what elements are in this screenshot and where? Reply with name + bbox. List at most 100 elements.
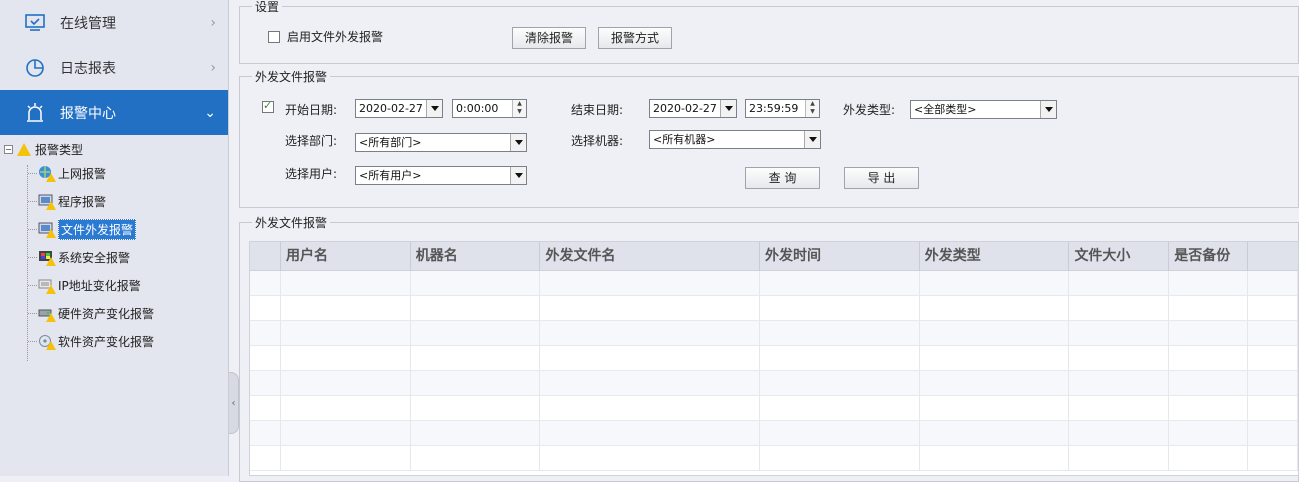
spinner-arrows-icon[interactable]: ▲ ▼ bbox=[512, 100, 526, 117]
table-cell bbox=[1169, 446, 1249, 471]
ip-change-warning-icon bbox=[38, 277, 56, 294]
table-cell bbox=[281, 396, 411, 421]
table-cell bbox=[1169, 296, 1249, 321]
export-button[interactable]: 导 出 bbox=[844, 167, 919, 189]
column-header-username[interactable]: 用户名 bbox=[281, 242, 411, 271]
tree-item-label: 文件外发报警 bbox=[58, 218, 137, 240]
sidebar-collapse-handle[interactable]: ‹ bbox=[229, 372, 239, 434]
query-button[interactable]: 查 询 bbox=[745, 167, 820, 189]
end-date-picker[interactable]: 2020-02-27 bbox=[649, 99, 737, 118]
end-date-label: 结束日期: bbox=[571, 103, 624, 117]
table-cell bbox=[1169, 346, 1249, 371]
table-cell bbox=[1248, 346, 1298, 371]
dropdown-arrow-icon[interactable] bbox=[804, 131, 820, 148]
table-cell bbox=[250, 446, 281, 471]
table-cell bbox=[760, 371, 920, 396]
user-select[interactable]: <所有用户> bbox=[355, 166, 527, 185]
column-header-filename[interactable]: 外发文件名 bbox=[540, 242, 761, 271]
warning-icon bbox=[17, 142, 31, 156]
table-cell bbox=[760, 296, 920, 321]
dropdown-arrow-icon[interactable] bbox=[510, 167, 526, 184]
table-cell bbox=[920, 296, 1070, 321]
table-cell bbox=[1169, 421, 1249, 446]
table-cell bbox=[540, 446, 761, 471]
system-security-warning-icon bbox=[38, 249, 56, 266]
end-time-value: 23:59:59 bbox=[749, 102, 799, 115]
dropdown-arrow-icon[interactable] bbox=[510, 134, 526, 151]
settings-group-title: 设置 bbox=[252, 0, 283, 15]
table-row[interactable] bbox=[250, 446, 1298, 471]
table-cell bbox=[1169, 396, 1249, 421]
table-row[interactable] bbox=[250, 371, 1298, 396]
dropdown-arrow-icon[interactable] bbox=[720, 100, 736, 117]
table-cell bbox=[281, 321, 411, 346]
table-cell bbox=[411, 271, 541, 296]
send-type-select[interactable]: <全部类型> bbox=[910, 100, 1057, 119]
table-cell bbox=[1248, 321, 1298, 346]
alarm-method-button[interactable]: 报警方式 bbox=[598, 27, 672, 49]
department-select[interactable]: <所有部门> bbox=[355, 133, 527, 152]
table-cell bbox=[281, 271, 411, 296]
column-header-send-type[interactable]: 外发类型 bbox=[920, 242, 1070, 271]
tree-root-label: 报警类型 bbox=[35, 142, 84, 157]
column-header-file-size[interactable]: 文件大小 bbox=[1069, 242, 1170, 271]
table-cell bbox=[1248, 396, 1298, 421]
table-header: 用户名 机器名 外发文件名 外发时间 外发类型 文件大小 是否备份 bbox=[250, 242, 1298, 271]
table-cell bbox=[281, 371, 411, 396]
table-row[interactable] bbox=[250, 421, 1298, 446]
table-cell bbox=[411, 371, 541, 396]
start-date-picker[interactable]: 2020-02-27 bbox=[355, 99, 443, 118]
software-change-warning-icon bbox=[38, 333, 56, 350]
table-cell bbox=[1069, 396, 1170, 421]
table-cell bbox=[1069, 271, 1170, 296]
column-header-machine[interactable]: 机器名 bbox=[411, 242, 541, 271]
enable-alarm-checkbox[interactable] bbox=[268, 31, 280, 43]
tree-root[interactable]: − 报警类型 bbox=[0, 139, 228, 159]
column-header-filler bbox=[1248, 242, 1298, 271]
tree-item-label: 系统安全报警 bbox=[58, 250, 131, 265]
table-cell bbox=[540, 396, 761, 421]
table-cell bbox=[250, 321, 281, 346]
column-header-indicator bbox=[250, 242, 281, 271]
nav-label: 日志报表 bbox=[60, 60, 116, 77]
machine-label: 选择机器: bbox=[571, 134, 624, 148]
date-filter-checkbox[interactable] bbox=[262, 99, 274, 113]
table-row[interactable] bbox=[250, 296, 1298, 321]
start-time-spinner[interactable]: 0:00:00 ▲ ▼ bbox=[452, 99, 527, 118]
table-cell bbox=[920, 371, 1070, 396]
table-cell bbox=[281, 296, 411, 321]
clear-alarm-button[interactable]: 清除报警 bbox=[512, 27, 586, 49]
dropdown-arrow-icon[interactable] bbox=[1040, 101, 1056, 118]
tree-item-web-alarm[interactable]: 上网报警 bbox=[0, 159, 228, 187]
tree-item-system-security-alarm[interactable]: 系统安全报警 bbox=[0, 243, 228, 271]
table-cell bbox=[1069, 446, 1170, 471]
enable-alarm-label: 启用文件外发报警 bbox=[287, 30, 384, 44]
table-row[interactable] bbox=[250, 396, 1298, 421]
collapse-toggle-icon[interactable]: − bbox=[4, 144, 13, 154]
tree-item-file-send-alarm[interactable]: 文件外发报警 bbox=[0, 215, 228, 243]
table-row[interactable] bbox=[250, 321, 1298, 346]
table-cell bbox=[760, 271, 920, 296]
tree-item-program-alarm[interactable]: 程序报警 bbox=[0, 187, 228, 215]
spinner-arrows-icon[interactable]: ▲ ▼ bbox=[805, 100, 819, 117]
table-row[interactable] bbox=[250, 346, 1298, 371]
table-cell bbox=[920, 346, 1070, 371]
table-row[interactable] bbox=[250, 271, 1298, 296]
table-cell bbox=[1248, 371, 1298, 396]
tree-item-ip-change-alarm[interactable]: IP地址变化报警 bbox=[0, 271, 228, 299]
column-header-send-time[interactable]: 外发时间 bbox=[760, 242, 920, 271]
dropdown-arrow-icon[interactable] bbox=[426, 100, 442, 117]
tree-item-hardware-change-alarm[interactable]: 硬件资产变化报警 bbox=[0, 299, 228, 327]
table-cell bbox=[250, 296, 281, 321]
nav-online-management[interactable]: 在线管理 › bbox=[0, 0, 228, 45]
hardware-change-warning-icon bbox=[38, 305, 56, 322]
column-header-backup[interactable]: 是否备份 bbox=[1169, 242, 1249, 271]
tree-item-software-change-alarm[interactable]: 软件资产变化报警 bbox=[0, 327, 228, 355]
end-time-spinner[interactable]: 23:59:59 ▲ ▼ bbox=[745, 99, 820, 118]
machine-select[interactable]: <所有机器> bbox=[649, 130, 821, 149]
table-cell bbox=[920, 421, 1070, 446]
nav-log-reports[interactable]: 日志报表 › bbox=[0, 45, 228, 90]
table-cell bbox=[281, 421, 411, 446]
nav-alarm-center[interactable]: 报警中心 ⌄ bbox=[0, 90, 228, 135]
table-cell bbox=[1248, 421, 1298, 446]
